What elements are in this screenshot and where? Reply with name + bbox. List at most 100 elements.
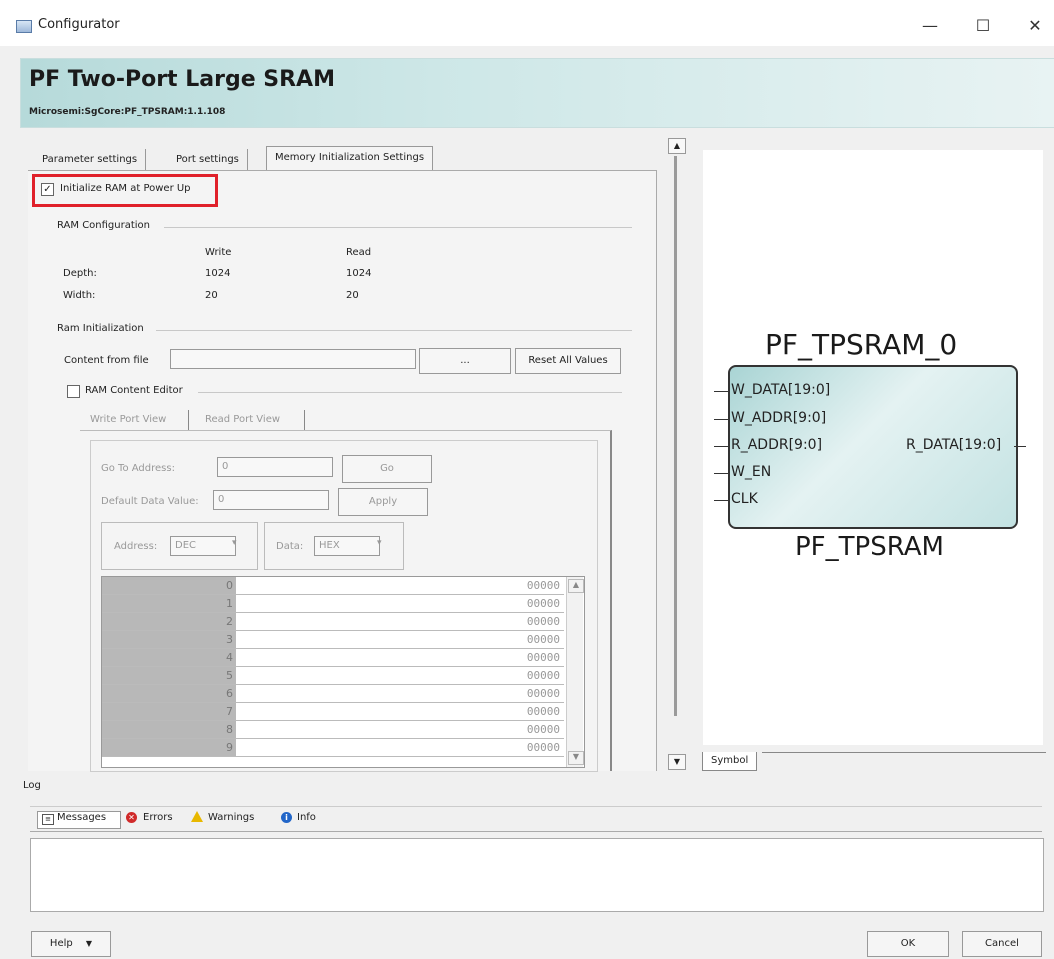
table-row[interactable]: 5 00000 <box>102 667 564 685</box>
data-cell[interactable]: 00000 <box>527 721 560 738</box>
port-w-data: W_DATA[19:0] <box>731 382 831 398</box>
ram-initialization-title: Ram Initialization <box>57 323 144 334</box>
help-label: Help <box>49 938 73 949</box>
cancel-button[interactable]: Cancel <box>962 931 1042 957</box>
data-cell[interactable]: 00000 <box>527 631 560 648</box>
table-row[interactable]: 2 00000 <box>102 613 564 631</box>
width-write-value: 20 <box>205 290 218 301</box>
browse-file-button[interactable]: ... <box>419 348 511 374</box>
core-header: PF Two-Port Large SRAM Microsemi:SgCore:… <box>20 58 1054 128</box>
data-cell[interactable]: 00000 <box>527 595 560 612</box>
address-cell: 6 <box>102 685 236 702</box>
table-row[interactable]: 1 00000 <box>102 595 564 613</box>
table-row[interactable]: 9 00000 <box>102 739 564 757</box>
chevron-down-icon: ▼ <box>85 939 93 948</box>
pin-line <box>714 419 729 420</box>
maximize-button[interactable]: ☐ <box>968 14 998 38</box>
address-cell: 9 <box>102 739 236 756</box>
chevron-down-icon[interactable]: ▾ <box>232 538 237 548</box>
scroll-down-arrow-icon[interactable]: ▼ <box>568 751 584 765</box>
scroll-down-arrow-icon[interactable]: ▼ <box>668 754 686 770</box>
ram-content-editor-divider <box>198 392 622 393</box>
data-cell[interactable]: 00000 <box>527 739 560 756</box>
title-bar: Configurator — ☐ ✕ <box>0 0 1054 46</box>
data-cell[interactable]: 00000 <box>527 649 560 666</box>
scroll-up-arrow-icon[interactable]: ▲ <box>668 138 686 154</box>
scroll-up-arrow-icon[interactable]: ▲ <box>568 579 584 593</box>
data-cell[interactable]: 00000 <box>527 667 560 684</box>
address-cell: 0 <box>102 577 236 594</box>
data-cell[interactable]: 00000 <box>527 577 560 594</box>
default-data-value-input[interactable]: 0 <box>213 490 329 510</box>
tab-errors[interactable]: Errors <box>143 812 173 823</box>
scrollbar-thumb[interactable] <box>674 156 677 716</box>
tab-memory-initialization-settings[interactable]: Memory Initialization Settings <box>266 146 434 172</box>
tab-port-settings[interactable]: Port settings <box>168 149 248 171</box>
port-w-addr: W_ADDR[9:0] <box>731 410 827 426</box>
tab-parameter-settings[interactable]: Parameter settings <box>34 149 147 171</box>
address-cell: 8 <box>102 721 236 738</box>
chevron-down-icon[interactable]: ▾ <box>377 538 382 548</box>
initialize-ram-checkbox[interactable]: ✓ <box>41 183 54 196</box>
window-title: Configurator <box>38 17 120 32</box>
address-cell: 2 <box>102 613 236 630</box>
apply-button[interactable]: Apply <box>338 488 428 516</box>
error-icon: ✕ <box>126 812 137 823</box>
tab-info[interactable]: Info <box>297 812 316 823</box>
symbol-tab-baseline <box>762 752 1046 753</box>
tab-symbol[interactable]: Symbol <box>702 752 758 771</box>
data-format-select[interactable]: HEX <box>314 536 380 556</box>
core-vlnv: Microsemi:SgCore:PF_TPSRAM:1.1.108 <box>29 107 226 117</box>
ok-button[interactable]: OK <box>867 931 949 957</box>
goto-address-input[interactable]: 0 <box>217 457 333 477</box>
table-row[interactable]: 3 00000 <box>102 631 564 649</box>
log-tab-bar <box>30 806 1042 832</box>
panel-scrollbar[interactable]: ▲ ▼ <box>666 138 686 770</box>
data-cell[interactable]: 00000 <box>527 703 560 720</box>
address-format-label: Address: <box>114 541 158 552</box>
port-r-data: R_DATA[19:0] <box>906 437 1002 453</box>
width-read-value: 20 <box>346 290 359 301</box>
ram-content-editor-checkbox[interactable] <box>67 385 80 398</box>
go-button[interactable]: Go <box>342 455 432 483</box>
tab-write-port-view[interactable]: Write Port View <box>90 414 166 425</box>
log-title: Log <box>23 780 41 791</box>
memory-grid[interactable]: 0 00000 1 00000 2 00000 3 00000 4 00000 5 0000… <box>101 576 585 768</box>
data-cell[interactable]: 00000 <box>527 613 560 630</box>
data-format-label: Data: <box>276 541 304 552</box>
close-button[interactable]: ✕ <box>1020 14 1050 38</box>
depth-write-value: 1024 <box>205 268 231 279</box>
content-file-input[interactable] <box>170 349 416 369</box>
help-button[interactable]: Help ▼ <box>31 931 111 957</box>
table-row[interactable]: 0 00000 <box>102 577 564 595</box>
width-label: Width: <box>63 290 96 301</box>
table-row[interactable]: 6 00000 <box>102 685 564 703</box>
address-cell: 5 <box>102 667 236 684</box>
tab-warnings[interactable]: Warnings <box>208 812 254 823</box>
reset-all-values-button[interactable]: Reset All Values <box>515 348 621 374</box>
core-title: PF Two-Port Large SRAM <box>29 67 335 92</box>
goto-address-label: Go To Address: <box>101 463 175 474</box>
table-row[interactable]: 8 00000 <box>102 721 564 739</box>
grid-scrollbar[interactable]: ▲ ▼ <box>566 577 584 767</box>
table-row[interactable]: 7 00000 <box>102 703 564 721</box>
minimize-button[interactable]: — <box>915 14 945 38</box>
ram-config-read-header: Read <box>346 247 372 258</box>
address-cell: 7 <box>102 703 236 720</box>
tab-divider-2 <box>304 410 305 430</box>
default-data-value-label: Default Data Value: <box>101 496 199 507</box>
pin-line <box>714 473 729 474</box>
table-row[interactable]: 4 00000 <box>102 649 564 667</box>
port-r-addr: R_ADDR[9:0] <box>731 437 823 453</box>
data-cell[interactable]: 00000 <box>527 685 560 702</box>
content-from-file-label: Content from file <box>64 355 149 366</box>
log-output[interactable] <box>30 838 1044 912</box>
port-w-en: W_EN <box>731 464 772 480</box>
ram-configuration-divider <box>164 227 632 228</box>
tab-messages-label: Messages <box>57 812 107 823</box>
component-name: PF_TPSRAM <box>795 532 944 562</box>
pin-line <box>714 500 729 501</box>
tab-read-port-view[interactable]: Read Port View <box>205 414 280 425</box>
address-format-select[interactable]: DEC <box>170 536 236 556</box>
pin-line <box>714 446 729 447</box>
